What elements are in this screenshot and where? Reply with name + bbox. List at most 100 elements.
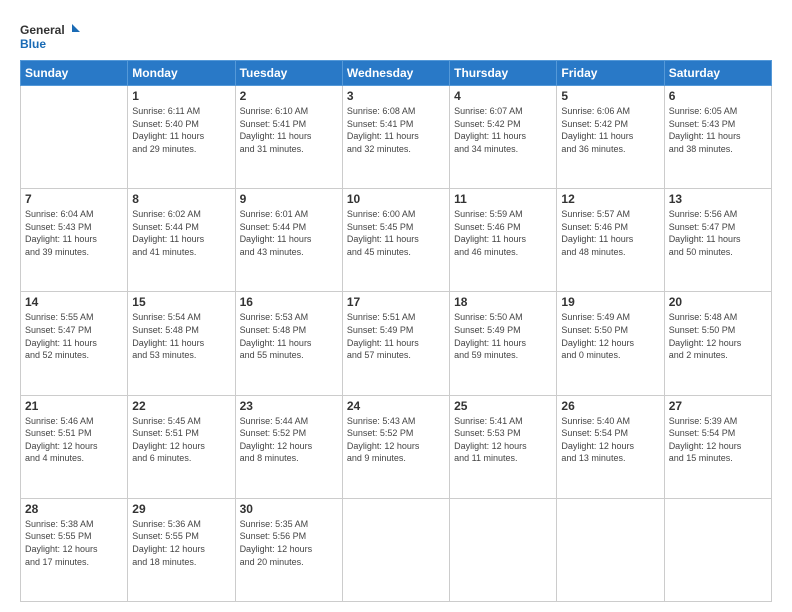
day-info: Sunrise: 6:11 AM Sunset: 5:40 PM Dayligh…: [132, 105, 230, 155]
day-number: 4: [454, 89, 552, 103]
calendar-cell: 20 Sunrise: 5:48 AM Sunset: 5:50 PM Dayli…: [664, 292, 771, 395]
day-info: Sunrise: 5:54 AM Sunset: 5:48 PM Dayligh…: [132, 311, 230, 361]
day-number: 14: [25, 295, 123, 309]
calendar-cell: 18Sunrise: 5:50 AM Sunset: 5:49 PM Dayli…: [450, 292, 557, 395]
day-info: Sunrise: 5:36 AM Sunset: 5:55 PM Dayligh…: [132, 518, 230, 568]
day-info: Sunrise: 5:55 AM Sunset: 5:47 PM Dayligh…: [25, 311, 123, 361]
day-info: Sunrise: 6:10 AM Sunset: 5:41 PM Dayligh…: [240, 105, 338, 155]
day-info: Sunrise: 6:04 AM Sunset: 5:43 PM Dayligh…: [25, 208, 123, 258]
day-info: Sunrise: 5:44 AM Sunset: 5:52 PM Dayligh…: [240, 415, 338, 465]
calendar-cell: 10 Sunrise: 6:00 AM Sunset: 5:45 PM Dayli…: [342, 189, 449, 292]
calendar-cell: 5 Sunrise: 6:06 AM Sunset: 5:42 PM Daylig…: [557, 86, 664, 189]
calendar-cell: 7 Sunrise: 6:04 AM Sunset: 5:43 PM Daylig…: [21, 189, 128, 292]
day-number: 19: [561, 295, 659, 309]
day-number: 21: [25, 399, 123, 413]
day-number: 6: [669, 89, 767, 103]
day-number: 20: [669, 295, 767, 309]
calendar-cell: [21, 86, 128, 189]
day-number: 15: [132, 295, 230, 309]
day-number: 3: [347, 89, 445, 103]
calendar-cell: 23Sunrise: 5:44 AM Sunset: 5:52 PM Dayli…: [235, 395, 342, 498]
calendar-cell: 13 Sunrise: 5:56 AM Sunset: 5:47 PM Dayli…: [664, 189, 771, 292]
day-number: 11: [454, 192, 552, 206]
day-number: 29: [132, 502, 230, 516]
day-number: 5: [561, 89, 659, 103]
day-number: 27: [669, 399, 767, 413]
calendar-cell: 27 Sunrise: 5:39 AM Sunset: 5:54 PM Dayli…: [664, 395, 771, 498]
calendar-table: SundayMondayTuesdayWednesdayThursdayFrid…: [20, 60, 772, 602]
calendar-cell: [342, 498, 449, 601]
weekday-header-friday: Friday: [557, 61, 664, 86]
day-number: 13: [669, 192, 767, 206]
day-info: Sunrise: 5:53 AM Sunset: 5:48 PM Dayligh…: [240, 311, 338, 361]
week-row-5: 28 Sunrise: 5:38 AM Sunset: 5:55 PM Dayli…: [21, 498, 772, 601]
svg-text:Blue: Blue: [20, 37, 46, 51]
day-number: 2: [240, 89, 338, 103]
calendar-cell: 12 Sunrise: 5:57 AM Sunset: 5:46 PM Dayli…: [557, 189, 664, 292]
day-number: 22: [132, 399, 230, 413]
calendar-cell: 14 Sunrise: 5:55 AM Sunset: 5:47 PM Dayli…: [21, 292, 128, 395]
day-info: Sunrise: 5:40 AM Sunset: 5:54 PM Dayligh…: [561, 415, 659, 465]
header: General Blue: [20, 18, 772, 54]
week-row-3: 14 Sunrise: 5:55 AM Sunset: 5:47 PM Dayli…: [21, 292, 772, 395]
calendar-cell: 6 Sunrise: 6:05 AM Sunset: 5:43 PM Daylig…: [664, 86, 771, 189]
day-number: 28: [25, 502, 123, 516]
weekday-header-row: SundayMondayTuesdayWednesdayThursdayFrid…: [21, 61, 772, 86]
day-number: 9: [240, 192, 338, 206]
day-info: Sunrise: 5:38 AM Sunset: 5:55 PM Dayligh…: [25, 518, 123, 568]
day-info: Sunrise: 6:08 AM Sunset: 5:41 PM Dayligh…: [347, 105, 445, 155]
calendar-cell: 8Sunrise: 6:02 AM Sunset: 5:44 PM Daylig…: [128, 189, 235, 292]
day-number: 30: [240, 502, 338, 516]
calendar-cell: [557, 498, 664, 601]
day-number: 25: [454, 399, 552, 413]
day-info: Sunrise: 5:48 AM Sunset: 5:50 PM Dayligh…: [669, 311, 767, 361]
weekday-header-thursday: Thursday: [450, 61, 557, 86]
day-number: 24: [347, 399, 445, 413]
day-info: Sunrise: 5:57 AM Sunset: 5:46 PM Dayligh…: [561, 208, 659, 258]
calendar-cell: 3 Sunrise: 6:08 AM Sunset: 5:41 PM Daylig…: [342, 86, 449, 189]
day-number: 16: [240, 295, 338, 309]
page: General Blue SundayMondayTuesdayWednesda…: [0, 0, 792, 612]
weekday-header-tuesday: Tuesday: [235, 61, 342, 86]
day-info: Sunrise: 5:39 AM Sunset: 5:54 PM Dayligh…: [669, 415, 767, 465]
day-info: Sunrise: 5:45 AM Sunset: 5:51 PM Dayligh…: [132, 415, 230, 465]
day-info: Sunrise: 5:49 AM Sunset: 5:50 PM Dayligh…: [561, 311, 659, 361]
calendar-cell: 25Sunrise: 5:41 AM Sunset: 5:53 PM Dayli…: [450, 395, 557, 498]
calendar-cell: 9 Sunrise: 6:01 AM Sunset: 5:44 PM Daylig…: [235, 189, 342, 292]
calendar-cell: 26 Sunrise: 5:40 AM Sunset: 5:54 PM Dayli…: [557, 395, 664, 498]
day-info: Sunrise: 5:43 AM Sunset: 5:52 PM Dayligh…: [347, 415, 445, 465]
day-number: 17: [347, 295, 445, 309]
calendar-cell: 22 Sunrise: 5:45 AM Sunset: 5:51 PM Dayli…: [128, 395, 235, 498]
day-number: 12: [561, 192, 659, 206]
calendar-cell: 15 Sunrise: 5:54 AM Sunset: 5:48 PM Dayli…: [128, 292, 235, 395]
calendar-cell: 17 Sunrise: 5:51 AM Sunset: 5:49 PM Dayli…: [342, 292, 449, 395]
calendar-cell: [664, 498, 771, 601]
calendar-cell: 21 Sunrise: 5:46 AM Sunset: 5:51 PM Dayli…: [21, 395, 128, 498]
day-info: Sunrise: 5:46 AM Sunset: 5:51 PM Dayligh…: [25, 415, 123, 465]
week-row-2: 7 Sunrise: 6:04 AM Sunset: 5:43 PM Daylig…: [21, 189, 772, 292]
day-info: Sunrise: 5:56 AM Sunset: 5:47 PM Dayligh…: [669, 208, 767, 258]
day-info: Sunrise: 6:00 AM Sunset: 5:45 PM Dayligh…: [347, 208, 445, 258]
calendar-cell: 4 Sunrise: 6:07 AM Sunset: 5:42 PM Daylig…: [450, 86, 557, 189]
weekday-header-monday: Monday: [128, 61, 235, 86]
calendar-cell: 24 Sunrise: 5:43 AM Sunset: 5:52 PM Dayli…: [342, 395, 449, 498]
calendar-cell: 30 Sunrise: 5:35 AM Sunset: 5:56 PM Dayli…: [235, 498, 342, 601]
day-info: Sunrise: 6:07 AM Sunset: 5:42 PM Dayligh…: [454, 105, 552, 155]
day-number: 10: [347, 192, 445, 206]
svg-text:General: General: [20, 23, 65, 37]
day-info: Sunrise: 6:05 AM Sunset: 5:43 PM Dayligh…: [669, 105, 767, 155]
logo-svg: General Blue: [20, 18, 80, 54]
day-info: Sunrise: 5:35 AM Sunset: 5:56 PM Dayligh…: [240, 518, 338, 568]
day-info: Sunrise: 6:06 AM Sunset: 5:42 PM Dayligh…: [561, 105, 659, 155]
day-number: 1: [132, 89, 230, 103]
day-info: Sunrise: 6:01 AM Sunset: 5:44 PM Dayligh…: [240, 208, 338, 258]
day-info: Sunrise: 6:02 AM Sunset: 5:44 PM Dayligh…: [132, 208, 230, 258]
day-info: Sunrise: 5:51 AM Sunset: 5:49 PM Dayligh…: [347, 311, 445, 361]
weekday-header-wednesday: Wednesday: [342, 61, 449, 86]
day-info: Sunrise: 5:59 AM Sunset: 5:46 PM Dayligh…: [454, 208, 552, 258]
day-number: 26: [561, 399, 659, 413]
calendar-cell: [450, 498, 557, 601]
calendar-cell: 11 Sunrise: 5:59 AM Sunset: 5:46 PM Dayli…: [450, 189, 557, 292]
calendar-cell: 2 Sunrise: 6:10 AM Sunset: 5:41 PM Daylig…: [235, 86, 342, 189]
day-number: 7: [25, 192, 123, 206]
